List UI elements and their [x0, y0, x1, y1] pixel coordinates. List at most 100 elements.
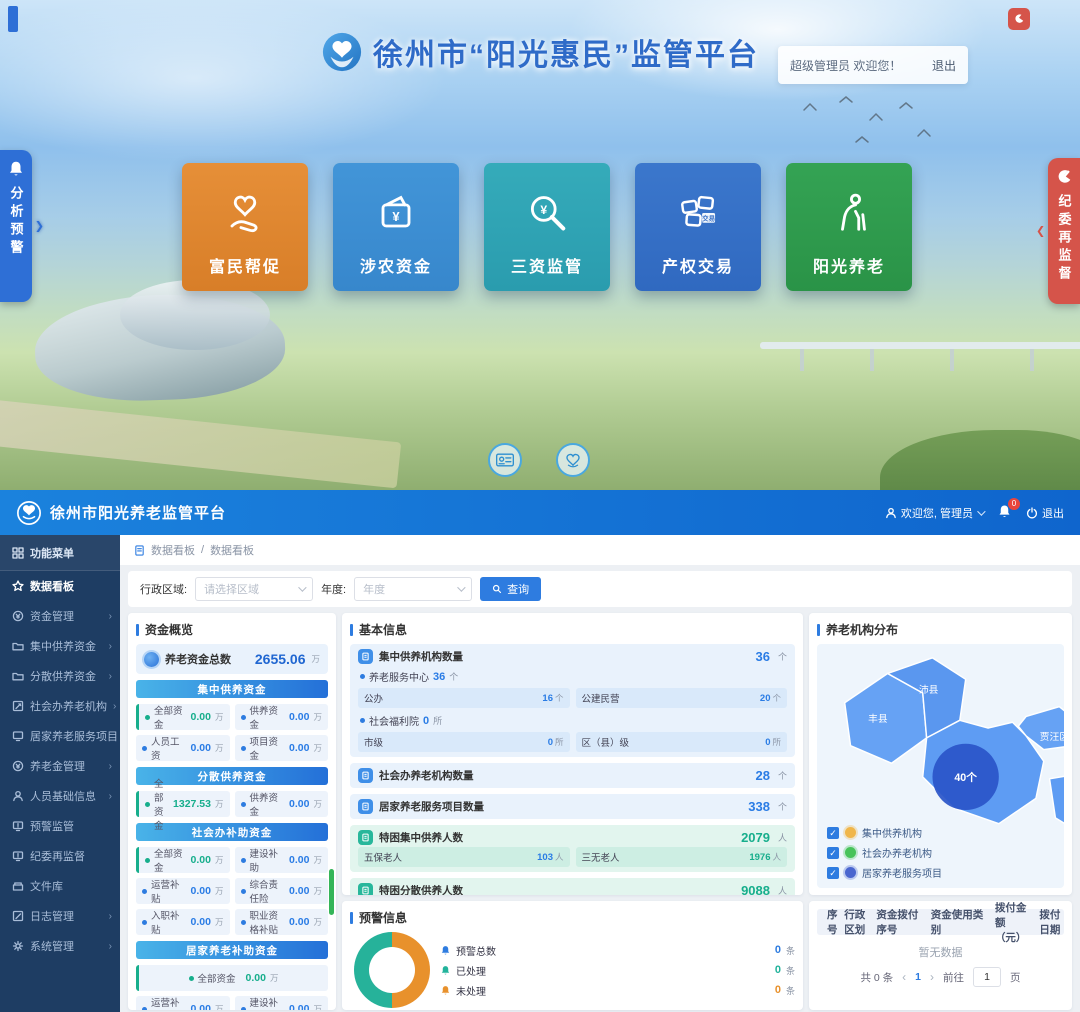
next-page-button[interactable]: ›	[930, 970, 934, 984]
stat-label: 运营补贴	[151, 995, 187, 1010]
search-icon	[492, 584, 502, 594]
fund-stat: 供养资金0.00万	[235, 791, 329, 817]
checkbox-checked-icon[interactable]	[827, 827, 839, 839]
corner-tab-blue[interactable]	[8, 6, 18, 32]
hero-logout-button[interactable]: 退出	[932, 57, 956, 74]
region-label[interactable]: 沛县	[919, 683, 939, 696]
care-float-button[interactable]	[556, 443, 590, 477]
stat-unit: 万	[313, 916, 322, 928]
logout-button[interactable]: 退出	[1026, 505, 1064, 521]
sidebar-label: 居家养老服务项目	[30, 728, 118, 744]
sub-unit: 所	[433, 714, 442, 727]
sidebar-item-decentralized-funds[interactable]: 分散供养资金 ›	[0, 661, 120, 691]
total-label: 养老资金总数	[165, 651, 231, 667]
sidebar-item-pension-mgmt[interactable]: 养老金管理 ›	[0, 751, 120, 781]
hero-header: 徐州市“阳光惠民”监管平台	[321, 30, 759, 74]
tile-fumin-bangcu[interactable]: 富民帮促	[182, 163, 308, 291]
doc-badge-icon	[358, 883, 373, 895]
sidebar-item-file-library[interactable]: 文件库	[0, 871, 120, 901]
sub-unit: 个	[449, 670, 458, 683]
sidebar-item-system-mgmt[interactable]: 系统管理 ›	[0, 931, 120, 961]
expand-caret-icon[interactable]: ❯	[35, 220, 44, 233]
bell-icon	[7, 160, 25, 178]
birds-icon	[800, 96, 940, 156]
dot-icon	[241, 920, 246, 925]
bridge-pier	[800, 349, 804, 371]
fund-stat: 项目资金0.00万	[235, 735, 329, 761]
scrollbar-thumb[interactable]	[329, 869, 334, 915]
current-page-button[interactable]: 1	[915, 971, 921, 983]
checkbox-checked-icon[interactable]	[827, 847, 839, 859]
warning-donut-chart	[354, 932, 430, 1008]
chip-unit: 个	[772, 692, 781, 704]
stat-unit: 万	[313, 854, 322, 866]
platform-logo-icon	[321, 31, 363, 73]
basic-info-title: 基本信息	[359, 621, 407, 638]
sidebar-item-social-institutions[interactable]: 社会办养老机构 ›	[0, 691, 120, 721]
stat-value: 0.00	[289, 916, 309, 928]
tile-label: 产权交易	[662, 253, 734, 277]
sidebar-item-funds-mgmt[interactable]: 资金管理 ›	[0, 601, 120, 631]
stat-label: 未处理	[456, 983, 486, 998]
sidebar-item-log-mgmt[interactable]: 日志管理 ›	[0, 901, 120, 931]
stat-label: 职业资格补贴	[250, 908, 286, 936]
coin-icon	[12, 760, 24, 772]
fund-allocation-table-panel: 序号 行政区划 资金拨付序号 资金使用类别 拨付金额（元） 拨付日期 暂无数据 …	[809, 901, 1072, 1010]
hero-photo-bridge	[760, 342, 1080, 349]
checkbox-checked-icon[interactable]	[827, 867, 839, 879]
id-card-icon	[495, 452, 515, 468]
corner-badge-red[interactable]	[1008, 8, 1030, 30]
chevron-right-icon: ›	[109, 641, 112, 652]
idcard-float-button[interactable]	[488, 443, 522, 477]
analysis-warning-label: 分析预警	[7, 186, 26, 258]
tile-chanquan-jiaoyi[interactable]: 交易 产权交易	[635, 163, 761, 291]
sidebar-item-discipline-supervision[interactable]: 纪委再监督	[0, 841, 120, 871]
sidebar-label: 数据看板	[30, 578, 74, 594]
discipline-supervision-tab[interactable]: 纪委再监督 ❮	[1048, 158, 1080, 304]
breadcrumb-root[interactable]: 数据看板	[151, 542, 195, 558]
stat-value: 0.00	[246, 972, 266, 984]
stat-label: 全部资金	[154, 703, 187, 731]
dot-icon	[241, 715, 246, 720]
chevron-down-icon	[457, 583, 465, 591]
coin-globe-icon	[144, 652, 159, 667]
fund-stat: 建设补助0.00万	[235, 847, 329, 873]
region-select[interactable]: 请选择区域	[195, 577, 313, 601]
sidebar-item-centralized-funds[interactable]: 集中供养资金 ›	[0, 631, 120, 661]
stat-value: 0	[775, 984, 781, 996]
stat-unit: 人	[778, 884, 787, 895]
notifications-button[interactable]: 0	[997, 504, 1012, 522]
sidebar-item-dashboard[interactable]: 数据看板	[0, 571, 120, 601]
sidebar-item-home-care-projects[interactable]: 居家养老服务项目 ›	[0, 721, 120, 751]
pagination: 共 0 条 ‹ 1 › 前往 页	[817, 967, 1064, 987]
user-role: 超级管理员	[790, 57, 850, 74]
tile-shenong-zijin[interactable]: ¥ 涉农资金	[333, 163, 459, 291]
stat-unit: 万	[270, 972, 279, 984]
search-button[interactable]: 查询	[480, 577, 541, 601]
page: 徐州市“阳光惠民”监管平台 超级管理员 欢迎您！ 退出 分析预警 ❯ 纪委再监督…	[0, 0, 1080, 1012]
basic-info-panel: 基本信息 集中供养机构数量 36 个 养老服务中心 36 个	[342, 613, 803, 895]
sidebar-item-personnel-info[interactable]: 人员基础信息 ›	[0, 781, 120, 811]
grid-icon	[12, 547, 24, 559]
goto-page-input[interactable]	[973, 967, 1001, 987]
warning-stat-row: 已处理 0 条	[440, 963, 795, 978]
sidebar-label: 纪委再监督	[30, 848, 85, 864]
region-label[interactable]: 丰县	[868, 712, 888, 725]
dot-icon	[145, 858, 150, 863]
region-label[interactable]: 贾汪区	[1040, 731, 1064, 743]
legend-row: 社会办养老机构	[827, 845, 942, 860]
prev-page-button[interactable]: ‹	[902, 970, 906, 984]
sidebar-label: 人员基础信息	[30, 788, 96, 804]
stat-label: 居家养老服务项目数量	[379, 799, 484, 814]
fund-stat: 综合责任险0.00万	[235, 878, 329, 904]
analysis-warning-tab[interactable]: 分析预警 ❯	[0, 150, 32, 302]
map-canvas[interactable]: 丰县 沛县 贾汪区 邳州市 新沂市 睢宁县 40个	[817, 644, 1064, 888]
year-select[interactable]: 年度	[354, 577, 472, 601]
tile-sanzi-jianguan[interactable]: ¥ 三资监管	[484, 163, 610, 291]
tile-yangguang-yanglao[interactable]: 阳光养老	[786, 163, 912, 291]
sidebar-item-warning-supervision[interactable]: 预警监管	[0, 811, 120, 841]
collapse-caret-icon[interactable]: ❮	[1036, 225, 1045, 238]
user-menu[interactable]: 欢迎您, 管理员	[885, 505, 983, 521]
stat-value: 0	[775, 964, 781, 976]
person-icon	[12, 790, 24, 802]
